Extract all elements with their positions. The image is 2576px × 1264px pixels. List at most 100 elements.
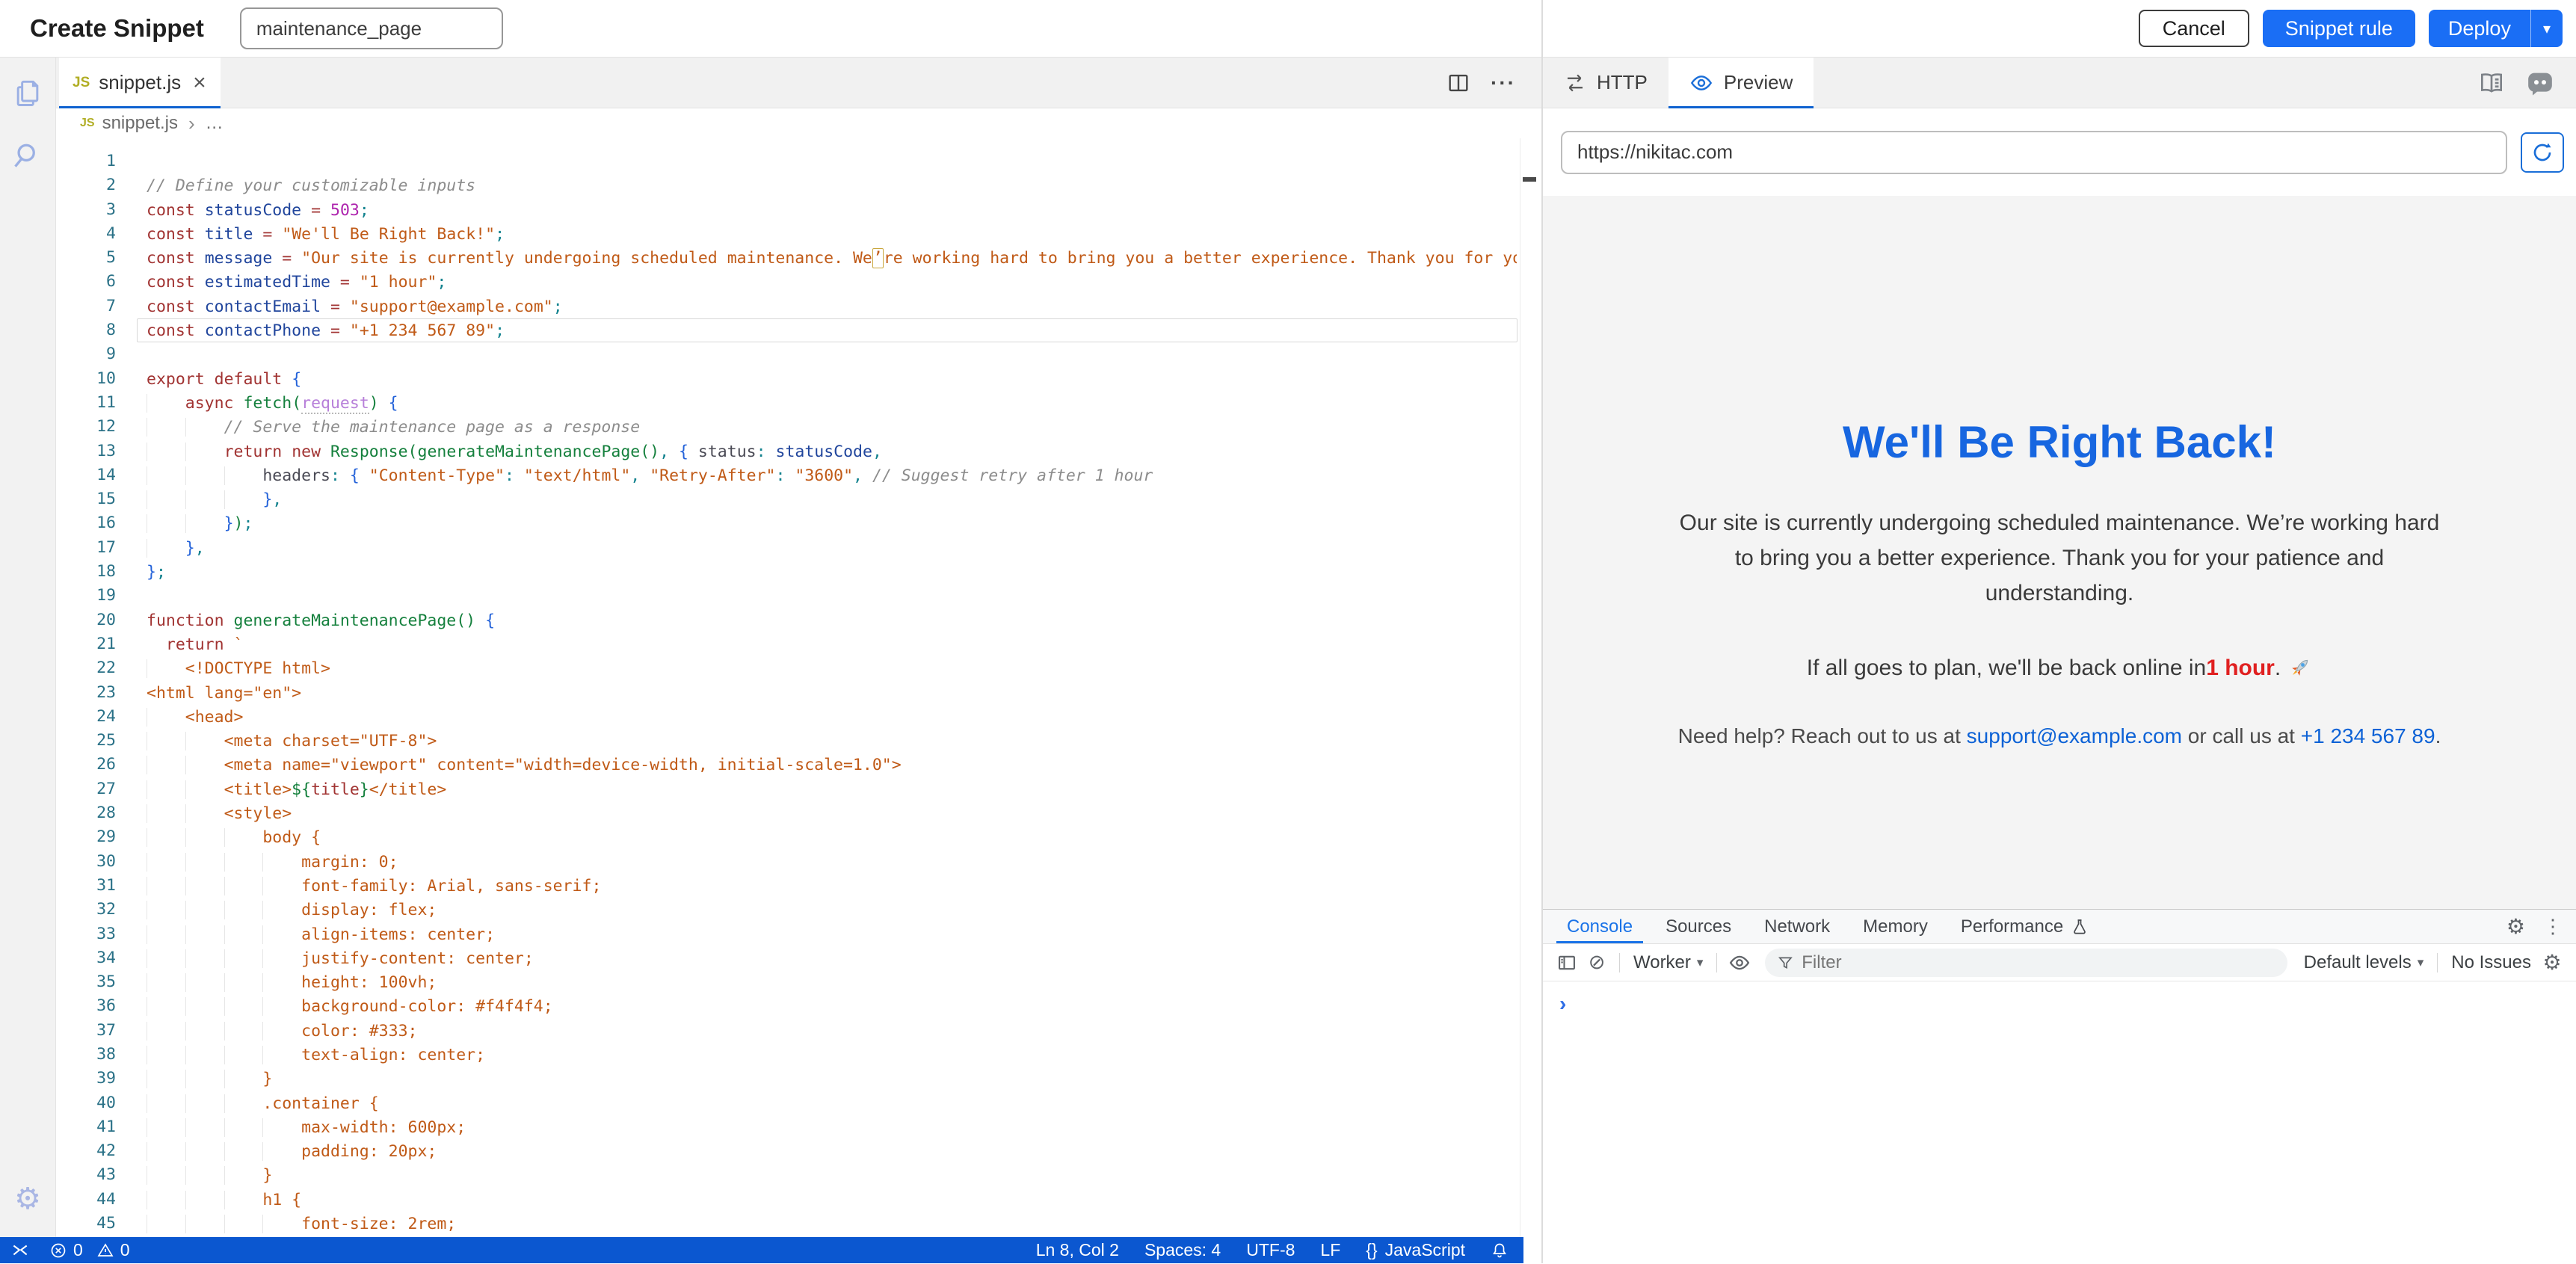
- code-line: 26 <meta name="viewport" content="width=…: [56, 753, 1541, 777]
- line-content: color: #333;: [137, 1019, 1517, 1043]
- devtools-settings-icon[interactable]: ⚙: [2506, 914, 2525, 939]
- console-prompt-chevron[interactable]: ›: [1559, 992, 2576, 1016]
- line-content: const contactPhone = "+1 234 567 89";: [137, 318, 1517, 342]
- status-item[interactable]: UTF-8: [1246, 1240, 1295, 1260]
- line-number: 23: [56, 681, 116, 705]
- line-content: <head>: [137, 705, 1517, 729]
- tab-snippet-js[interactable]: JS snippet.js ×: [59, 58, 221, 108]
- breadcrumb-file[interactable]: snippet.js: [102, 113, 178, 134]
- cancel-button[interactable]: Cancel: [2139, 10, 2249, 47]
- console-filter[interactable]: [1765, 949, 2287, 977]
- breadcrumb-more[interactable]: …: [206, 113, 224, 134]
- breadcrumb[interactable]: JS snippet.js › …: [56, 108, 1541, 138]
- status-item[interactable]: Ln 8, Col 2: [1036, 1240, 1119, 1260]
- phone-link[interactable]: +1 234 567 89: [2301, 724, 2435, 747]
- js-file-icon-small: JS: [80, 117, 95, 130]
- devtools-kebab-icon[interactable]: ⋮: [2543, 915, 2563, 938]
- line-content: const title = "We'll Be Right Back!";: [137, 222, 1517, 246]
- snippet-rule-button[interactable]: Snippet rule: [2263, 10, 2415, 47]
- line-content: h1 {: [137, 1188, 1517, 1212]
- default-levels-dropdown[interactable]: Default levels ▾: [2304, 952, 2424, 973]
- devtools-tab-console[interactable]: Console: [1550, 910, 1649, 943]
- close-tab-icon[interactable]: ×: [193, 72, 206, 94]
- contact-mid: or call us at: [2182, 724, 2301, 747]
- remote-indicator-icon[interactable]: [10, 1241, 30, 1260]
- code-line: 37 color: #333;: [56, 1019, 1541, 1043]
- split-editor-icon[interactable]: [1446, 70, 1471, 96]
- status-item[interactable]: LF: [1320, 1240, 1340, 1260]
- code-line: 13 return new Response(generateMaintenan…: [56, 440, 1541, 463]
- refresh-button[interactable]: [2521, 132, 2564, 173]
- line-content: [137, 584, 1517, 608]
- settings-gear-icon[interactable]: ⚙: [10, 1182, 45, 1216]
- js-file-icon: JS: [73, 75, 90, 91]
- code-line: 29 body {: [56, 825, 1541, 849]
- line-number: 19: [56, 584, 116, 608]
- line-number: 40: [56, 1091, 116, 1115]
- line-number: 13: [56, 440, 116, 463]
- console-settings-icon[interactable]: ⚙: [2537, 948, 2567, 978]
- clear-console-icon[interactable]: ⊘: [1582, 948, 1612, 978]
- editor-pane: JS snippet.js × ··· JS snippet.js › … 12…: [56, 58, 1541, 1237]
- filter-input[interactable]: [1802, 952, 2275, 973]
- devtools-tab-sources[interactable]: Sources: [1649, 910, 1748, 943]
- issues-counter[interactable]: No Issues: [2451, 952, 2531, 973]
- editor-more-actions-icon[interactable]: ···: [1491, 71, 1516, 95]
- line-number: 14: [56, 463, 116, 487]
- discord-icon[interactable]: [2525, 68, 2555, 98]
- notifications-bell-icon[interactable]: [1491, 1242, 1509, 1260]
- line-content: align-items: center;: [137, 922, 1517, 946]
- code-line: 7const contactEmail = "support@example.c…: [56, 295, 1541, 318]
- code-line: 8const contactPhone = "+1 234 567 89";: [56, 318, 1541, 342]
- context-label: Worker: [1633, 952, 1691, 973]
- tab-preview[interactable]: Preview: [1668, 58, 1814, 108]
- levels-caret-icon: ▾: [2418, 955, 2424, 970]
- eta-prefix: If all goes to plan, we'll be back onlin…: [1807, 656, 2206, 681]
- problems-indicator[interactable]: 0 0: [49, 1240, 130, 1260]
- email-link[interactable]: support@example.com: [1967, 724, 2182, 747]
- line-number: 7: [56, 295, 116, 318]
- files-icon[interactable]: [10, 75, 45, 110]
- preview-panel: HTTP Preview: [1543, 58, 2576, 1263]
- code-editor[interactable]: 12// Define your customizable inputs3con…: [56, 138, 1541, 1237]
- snippet-name-input[interactable]: [240, 7, 503, 49]
- docs-book-icon[interactable]: [2477, 69, 2506, 97]
- code-line: 2// Define your customizable inputs: [56, 173, 1541, 197]
- language-indicator[interactable]: {} JavaScript: [1366, 1240, 1465, 1260]
- search-icon[interactable]: [10, 138, 45, 173]
- line-number: 31: [56, 874, 116, 898]
- code-line: 1: [56, 149, 1541, 173]
- devtools-tab-performance[interactable]: Performance: [1944, 910, 2105, 943]
- url-input[interactable]: [1561, 131, 2507, 174]
- console-context-dropdown[interactable]: Worker ▾: [1633, 952, 1703, 973]
- line-number: 34: [56, 946, 116, 970]
- line-content: font-size: 2rem;: [137, 1212, 1517, 1236]
- line-content: headers: { "Content-Type": "text/html", …: [137, 463, 1517, 487]
- url-bar-row: [1543, 108, 2576, 196]
- deploy-label[interactable]: Deploy: [2429, 17, 2530, 40]
- deploy-caret-icon[interactable]: ▾: [2530, 10, 2563, 47]
- line-number: 27: [56, 777, 116, 801]
- editor-scrollbar[interactable]: [1520, 138, 1540, 1237]
- line-content: },: [137, 536, 1517, 560]
- deploy-button[interactable]: Deploy ▾: [2429, 10, 2563, 47]
- line-number: 18: [56, 560, 116, 584]
- console-sidebar-icon[interactable]: [1552, 948, 1582, 978]
- live-expression-eye-icon[interactable]: [1725, 948, 1754, 978]
- rocket-icon: [2287, 656, 2312, 681]
- code-line: 38 text-align: center;: [56, 1043, 1541, 1067]
- devtools-tabs: ConsoleSourcesNetworkMemoryPerformance: [1550, 910, 2105, 943]
- status-item[interactable]: Spaces: 4: [1144, 1240, 1221, 1260]
- code-line: 41 max-width: 600px;: [56, 1115, 1541, 1139]
- line-number: 1: [56, 149, 116, 173]
- line-number: 42: [56, 1139, 116, 1163]
- top-bar: Create Snippet Cancel Snippet rule Deplo…: [0, 0, 2576, 58]
- warnings-icon: [96, 1242, 114, 1260]
- devtools-tab-network[interactable]: Network: [1748, 910, 1846, 943]
- tab-http[interactable]: HTTP: [1543, 58, 1668, 108]
- console-output[interactable]: ›: [1543, 981, 2576, 1264]
- editor-tab-strip: JS snippet.js × ···: [56, 58, 1541, 108]
- code-lines: 12// Define your customizable inputs3con…: [56, 149, 1541, 1237]
- devtools-tab-memory[interactable]: Memory: [1846, 910, 1944, 943]
- line-number: 30: [56, 850, 116, 874]
